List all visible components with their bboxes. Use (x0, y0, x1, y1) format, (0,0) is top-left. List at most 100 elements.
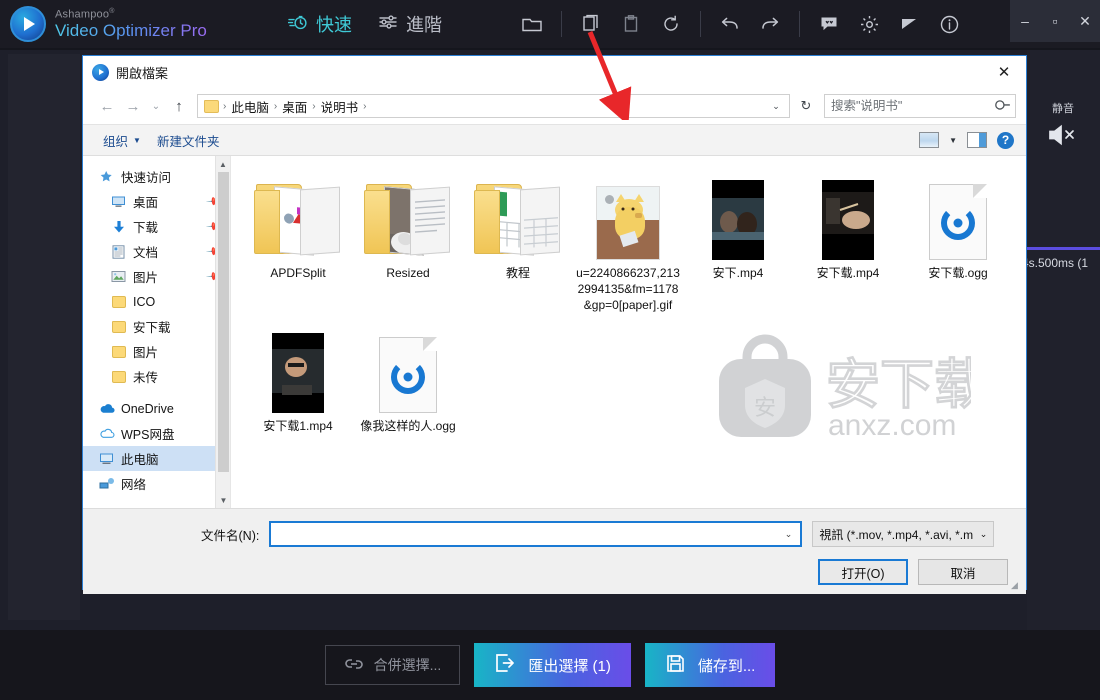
sidebar-item-anxiazai[interactable]: 安下载 (83, 314, 230, 339)
video-thumbnail (822, 174, 874, 260)
ogg-dot-icon (953, 218, 963, 228)
view-mode-icon[interactable] (919, 132, 940, 148)
dialog-titlebar: 開啟檔案 ✕ (83, 56, 1026, 88)
mode-tab-quick[interactable]: 快速 (287, 11, 352, 37)
resize-grip-icon[interactable]: ◢ (1011, 580, 1023, 592)
paste-icon[interactable] (611, 0, 651, 48)
toolbar-separator-1 (561, 11, 562, 37)
copy-icon[interactable] (571, 0, 611, 48)
breadcrumb-item-2[interactable]: 说明书 (317, 97, 363, 116)
file-item-audio-anxiazai-ogg[interactable]: 安下载.ogg (903, 170, 1013, 317)
save-to-button[interactable]: 儲存到... (644, 643, 776, 687)
up-button[interactable]: ↑ (167, 94, 191, 118)
preview-pane-icon[interactable] (967, 132, 987, 148)
filename-field[interactable]: ⌄ (269, 521, 803, 547)
dialog-footer: 文件名(N): ⌄ 視訊 (*.mov, *.mp4, *.avi, *.m ⌄… (83, 508, 1026, 594)
mute-control[interactable]: 静音 (1032, 100, 1094, 155)
dialog-title-text: 開啟檔案 (116, 65, 169, 81)
sidebar-item-downloads[interactable]: 下载 📌 (83, 214, 230, 239)
merge-selection-button[interactable]: 合併選擇... (324, 645, 461, 685)
folder-thumbnail (474, 174, 562, 260)
search-box[interactable] (824, 94, 1016, 118)
scroll-up-arrow[interactable]: ▲ (216, 156, 230, 172)
settings-gear-icon[interactable] (849, 0, 889, 48)
file-list-pane[interactable]: APDFSplit Resized 教程 u=2240866237,213299… (231, 156, 1026, 508)
file-item-video-anxiazai[interactable]: 安下载.mp4 (793, 170, 903, 317)
this-pc-icon (97, 452, 116, 465)
sidebar-label: 安下载 (133, 321, 171, 335)
back-button[interactable]: ← (95, 94, 119, 118)
organize-menu[interactable]: 组织 ▼ (95, 131, 149, 150)
sidebar-item-documents[interactable]: 文档 📌 (83, 239, 230, 264)
file-item-folder-resized[interactable]: Resized (353, 170, 463, 317)
chevron-down-icon[interactable]: ⌄ (767, 101, 785, 112)
breadcrumb[interactable]: › 此电脑 › 桌面 › 说明书 › ⌄ (197, 94, 790, 118)
mode-tab-advanced[interactable]: 進階 (378, 11, 442, 37)
scroll-down-arrow[interactable]: ▼ (216, 492, 231, 508)
chevron-down-icon[interactable]: ▼ (949, 136, 957, 145)
file-item-folder-jiaocheng[interactable]: 教程 (463, 170, 573, 317)
file-list-scrollbar[interactable] (1011, 156, 1026, 508)
search-input[interactable] (831, 99, 996, 113)
sidebar-label: 文档 (133, 246, 159, 260)
folder-thumbnail (364, 174, 452, 260)
file-name: 教程 (505, 266, 530, 280)
export-selection-label: 匯出選擇 (1) (528, 657, 611, 675)
redo-icon[interactable] (750, 0, 790, 48)
file-item-video-anxia[interactable]: 安下.mp4 (683, 170, 793, 317)
undo-icon[interactable] (710, 0, 750, 48)
file-item-folder-apdfsplit[interactable]: APDFSplit (243, 170, 353, 317)
file-item-audio-xiangwo-ogg[interactable]: 像我这样的人.ogg (353, 323, 463, 439)
breadcrumb-item-1[interactable]: 桌面 (278, 97, 311, 116)
mute-label: 静音 (1052, 103, 1074, 115)
sidebar-item-this-pc[interactable]: 此电脑 (83, 446, 230, 471)
info-icon[interactable] (929, 0, 969, 48)
help-icon[interactable]: ? (997, 131, 1014, 149)
mode-tab-advanced-label: 進階 (406, 15, 442, 35)
reset-icon[interactable] (651, 0, 691, 48)
stopwatch-icon (287, 13, 308, 36)
navigation-pane-scrollbar[interactable]: ▲ ▼ (215, 156, 230, 508)
new-folder-button[interactable]: 新建文件夹 (149, 131, 228, 150)
brand-company: Ashampoo® (55, 8, 207, 22)
folder-icon (204, 99, 219, 113)
sidebar-item-onedrive[interactable]: OneDrive (83, 396, 230, 421)
dialog-close-button[interactable]: ✕ (982, 56, 1026, 88)
dialog-button-row: 打开(O) 取消 (83, 547, 1026, 585)
comment-icon[interactable] (809, 0, 849, 48)
sidebar-item-weichuan[interactable]: 未传 (83, 364, 230, 389)
brand-product: Video Optimizer Pro (55, 20, 207, 40)
open-folder-icon[interactable] (512, 0, 552, 48)
chevron-down-icon: ▼ (133, 135, 141, 145)
sidebar-item-wps-cloud[interactable]: WPS网盘 (83, 421, 230, 446)
sidebar-item-pictures[interactable]: 图片 📌 (83, 264, 230, 289)
chevron-down-icon[interactable]: ⌄ (781, 529, 797, 540)
brand-company-text: Ashampoo (55, 8, 110, 21)
refresh-button[interactable]: ↻ (794, 94, 818, 118)
sidebar-item-tupian[interactable]: 图片 (83, 339, 230, 364)
speaker-muted-icon[interactable] (1032, 122, 1094, 155)
file-name: 安下载1.mp4 (263, 419, 333, 434)
file-name: u=2240866237,2132994135&fm=1178&gp=0[pap… (576, 266, 680, 312)
file-type-filter[interactable]: 視訊 (*.mov, *.mp4, *.avi, *.m ⌄ (812, 521, 995, 547)
breadcrumb-item-0[interactable]: 此电脑 (227, 97, 273, 116)
minimize-button[interactable]: – (1010, 0, 1040, 42)
file-item-video-anxiazai1[interactable]: 安下载1.mp4 (243, 323, 353, 439)
cancel-button[interactable]: 取消 (918, 559, 1008, 585)
open-button[interactable]: 打开(O) (818, 559, 908, 585)
sidebar-item-quick-access[interactable]: 快速访问 (83, 164, 230, 189)
scrollbar-thumb[interactable] (218, 172, 229, 472)
file-item-gif[interactable]: u=2240866237,2132994135&fm=1178&gp=0[pap… (573, 170, 683, 317)
theme-icon[interactable] (889, 0, 929, 48)
export-selection-button[interactable]: 匯出選擇 (1) (474, 643, 631, 687)
maximize-button[interactable]: ▫ (1040, 0, 1070, 42)
sidebar-item-ico[interactable]: ICO (83, 289, 230, 314)
sidebar-item-network[interactable]: 网络 (83, 471, 230, 496)
close-button[interactable]: ✕ (1070, 0, 1100, 42)
sidebar-item-desktop[interactable]: 桌面 📌 (83, 189, 230, 214)
sidebar-label: 快速访问 (121, 171, 172, 185)
recent-locations-button[interactable]: ⌄ (147, 94, 165, 118)
filename-input[interactable] (275, 527, 781, 541)
file-name: 安下载.mp4 (816, 266, 880, 280)
forward-button[interactable]: → (121, 94, 145, 118)
